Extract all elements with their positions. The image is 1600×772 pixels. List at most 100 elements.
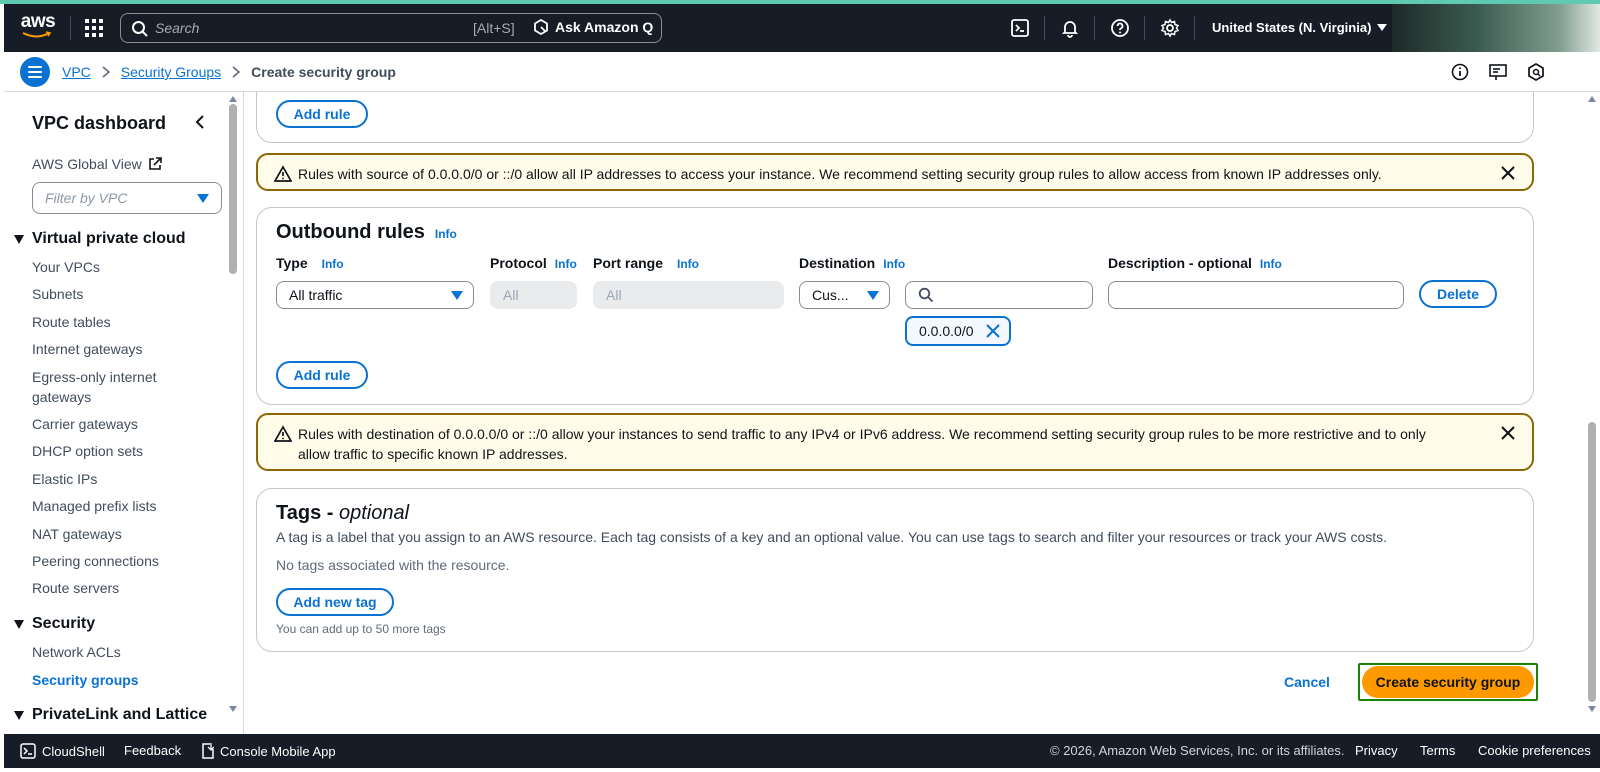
- type-label: Type: [276, 255, 308, 271]
- sidebar-item-route-tables[interactable]: Route tables: [32, 312, 202, 332]
- footer-cloudshell-button[interactable]: CloudShell: [20, 743, 105, 759]
- destination-type-select[interactable]: Cus...: [799, 281, 890, 309]
- description-input[interactable]: [1108, 281, 1404, 309]
- filter-placeholder: Filter by VPC: [45, 190, 128, 206]
- ask-amazon-q-button[interactable]: Ask Amazon Q: [533, 19, 653, 35]
- services-grid-icon[interactable]: [84, 18, 104, 38]
- mobile-app-label: Console Mobile App: [220, 743, 336, 759]
- menu-icon[interactable]: [20, 57, 50, 87]
- create-security-group-button[interactable]: Create security group: [1362, 666, 1534, 698]
- sidebar-item-peering-connections[interactable]: Peering connections: [32, 551, 202, 571]
- sidebar-item-your-vpcs[interactable]: Your VPCs: [32, 257, 202, 277]
- tags-limit-text: You can add up to 50 more tags: [276, 622, 446, 636]
- type-select[interactable]: All traffic: [276, 281, 474, 309]
- outbound-rules-heading: Outbound rules Info: [276, 221, 457, 244]
- outbound-rules-title: Outbound rules: [276, 221, 425, 243]
- sidebar-item-elastic-ips[interactable]: Elastic IPs: [32, 469, 202, 489]
- scroll-down-arrow[interactable]: [1588, 706, 1596, 712]
- protocol-field: All: [490, 281, 577, 309]
- footer: CloudShell Feedback Console Mobile App ©…: [4, 734, 1600, 768]
- footer-cookie-preferences-link[interactable]: Cookie preferences: [1478, 743, 1591, 758]
- help-icon[interactable]: [1110, 18, 1130, 38]
- close-icon[interactable]: [985, 323, 1001, 339]
- info-icon[interactable]: [1450, 62, 1470, 82]
- section-virtual-private-cloud[interactable]: Virtual private cloud: [14, 230, 186, 248]
- outbound-add-rule-button[interactable]: Add rule: [276, 361, 368, 389]
- bell-icon[interactable]: [1060, 18, 1080, 38]
- gear-icon[interactable]: [1160, 18, 1180, 38]
- close-icon[interactable]: [1500, 425, 1516, 441]
- sidebar-item-carrier-gateways[interactable]: Carrier gateways: [32, 414, 202, 434]
- cloudshell-icon[interactable]: [1010, 18, 1030, 38]
- sidebar-item-nat-gateways[interactable]: NAT gateways: [32, 524, 202, 544]
- external-link-icon: [148, 157, 162, 170]
- add-new-tag-button[interactable]: Add new tag: [276, 588, 394, 616]
- caret-down-icon: [867, 291, 879, 300]
- breadcrumb-vpc[interactable]: VPC: [62, 64, 91, 80]
- account-menu[interactable]: [1392, 4, 1600, 52]
- nav-divider: [1194, 16, 1195, 40]
- amazon-q-panel-icon[interactable]: [1526, 62, 1546, 82]
- outbound-info-link[interactable]: Info: [435, 227, 457, 241]
- top-navigation: aws Search [Alt+S] Ask Amazon Q United S…: [4, 4, 1392, 52]
- port-range-label: Port range: [593, 255, 664, 271]
- nav-divider: [1044, 16, 1045, 40]
- inbound-add-rule-button[interactable]: Add rule: [276, 100, 368, 128]
- caret-down-icon: [197, 194, 209, 203]
- scroll-up-arrow[interactable]: [1588, 96, 1596, 102]
- port-range-value: All: [606, 287, 622, 303]
- main-scrollbar[interactable]: [1588, 422, 1596, 702]
- scroll-down-arrow[interactable]: [229, 706, 237, 712]
- type-info-link[interactable]: Info: [322, 257, 344, 271]
- caret-down-icon: [451, 291, 463, 300]
- sidebar-item-internet-gateways[interactable]: Internet gateways: [32, 339, 202, 359]
- region-label: United States (N. Virginia): [1212, 20, 1372, 35]
- protocol-info-link[interactable]: Info: [555, 257, 577, 271]
- tags-title-optional: optional: [338, 502, 410, 524]
- protocol-column-header: Protocol Info: [490, 255, 577, 271]
- port-range-column-header: Port range Info: [593, 255, 699, 271]
- sidebar-title[interactable]: VPC dashboard: [32, 113, 166, 134]
- description-info-link[interactable]: Info: [1260, 257, 1282, 271]
- sidebar-item-network-acls[interactable]: Network ACLs: [32, 642, 202, 662]
- global-view-label: AWS Global View: [32, 156, 142, 172]
- chevron-left-icon[interactable]: [194, 114, 206, 133]
- inbound-warning-alert: Rules with source of 0.0.0.0/0 or ::/0 a…: [256, 153, 1534, 191]
- region-selector[interactable]: United States (N. Virginia): [1212, 20, 1388, 35]
- chevron-right-icon: [232, 66, 241, 78]
- port-range-info-link[interactable]: Info: [677, 257, 699, 271]
- footer-feedback-link[interactable]: Feedback: [124, 743, 181, 758]
- sidebar-scrollbar[interactable]: [229, 104, 237, 274]
- cloudshell-icon: [20, 743, 36, 759]
- chevron-right-icon: [102, 66, 111, 78]
- destination-token-value: 0.0.0.0/0: [919, 323, 974, 339]
- destination-column-header: Destination Info: [799, 255, 905, 271]
- main-content: Add rule Rules with source of 0.0.0.0/0 …: [244, 92, 1600, 734]
- footer-terms-link[interactable]: Terms: [1420, 743, 1455, 758]
- aws-global-view-link[interactable]: AWS Global View: [32, 156, 162, 172]
- outbound-delete-button[interactable]: Delete: [1419, 280, 1497, 308]
- section-privatelink-and-lattice[interactable]: PrivateLink and Lattice: [14, 706, 207, 724]
- feedback-panel-icon[interactable]: [1488, 62, 1508, 82]
- nav-divider: [70, 16, 71, 40]
- search-input[interactable]: Search [Alt+S] Ask Amazon Q: [120, 13, 662, 43]
- destination-label: Destination: [799, 255, 876, 271]
- sidebar-item-route-servers[interactable]: Route servers: [32, 578, 202, 598]
- destination-info-link[interactable]: Info: [883, 257, 905, 271]
- cancel-button[interactable]: Cancel: [1284, 674, 1330, 690]
- sidebar-item-egress-only-gateways[interactable]: Egress-only internet gateways: [32, 367, 202, 407]
- breadcrumb-security-groups[interactable]: Security Groups: [121, 64, 221, 80]
- footer-mobile-app-link[interactable]: Console Mobile App: [202, 743, 336, 759]
- vpc-filter-select[interactable]: Filter by VPC: [32, 182, 222, 214]
- close-icon[interactable]: [1500, 165, 1516, 181]
- sidebar-item-managed-prefix-lists[interactable]: Managed prefix lists: [32, 496, 202, 516]
- aws-logo[interactable]: aws: [20, 12, 56, 44]
- sidebar-item-dhcp-option-sets[interactable]: DHCP option sets: [32, 441, 202, 461]
- footer-privacy-link[interactable]: Privacy: [1355, 743, 1398, 758]
- section-security[interactable]: Security: [14, 615, 95, 633]
- destination-search-input[interactable]: [905, 281, 1093, 309]
- section-title: PrivateLink and Lattice: [32, 706, 208, 723]
- sidebar-item-subnets[interactable]: Subnets: [32, 284, 202, 304]
- scroll-up-arrow[interactable]: [229, 96, 237, 102]
- sidebar-item-security-groups[interactable]: Security groups: [32, 670, 202, 690]
